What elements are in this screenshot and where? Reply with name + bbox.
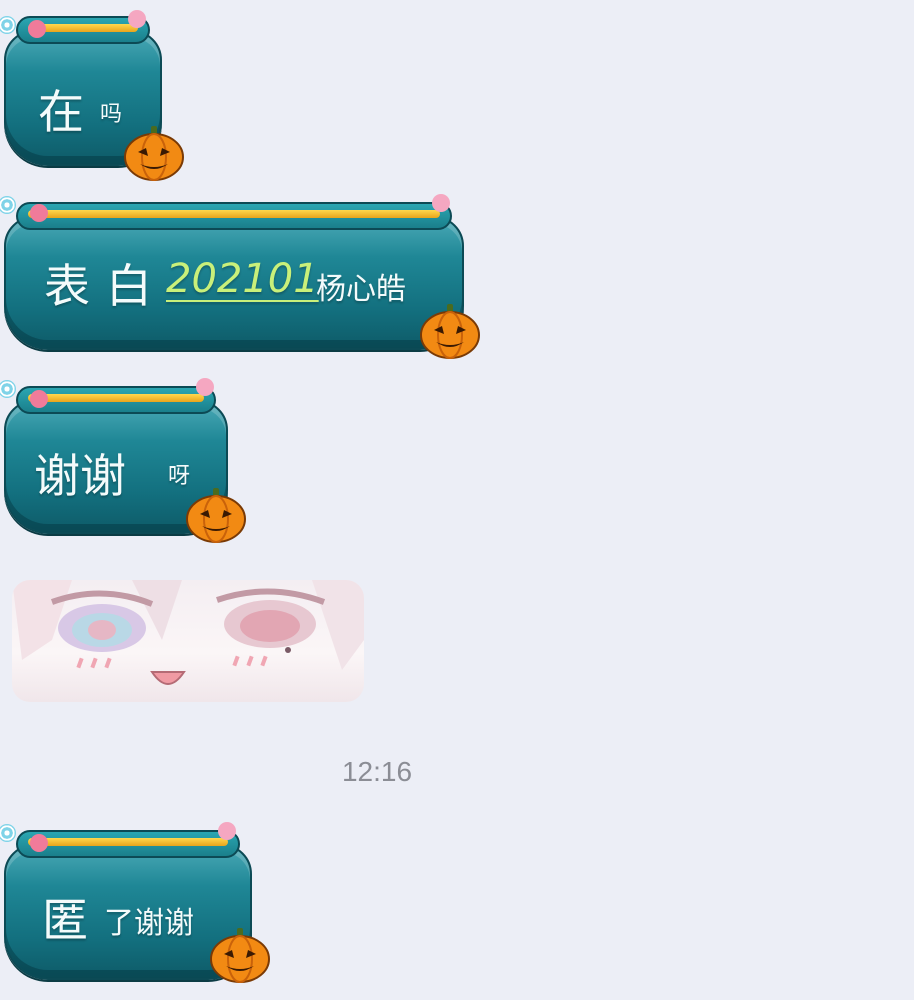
lollipop-icon xyxy=(0,196,16,214)
message-highlight-text: 202101 xyxy=(166,256,319,302)
message-main-text: 谢谢 xyxy=(34,449,126,503)
message-tail-text: 吗 xyxy=(100,102,123,127)
sticker-artwork xyxy=(12,580,364,685)
candy-icon xyxy=(30,390,48,408)
pumpkin-icon xyxy=(124,126,184,181)
candy-icon xyxy=(30,834,48,852)
message-bubble-3[interactable]: 谢谢 呀 xyxy=(0,378,246,543)
timestamp: 12:16 xyxy=(341,756,413,787)
candy-icon xyxy=(196,378,214,396)
pumpkin-icon xyxy=(186,488,246,543)
pumpkin-icon xyxy=(420,304,480,359)
message-bubble-1[interactable]: 在 吗 xyxy=(0,8,184,181)
lollipop-icon xyxy=(0,824,16,842)
candy-icon xyxy=(218,822,236,840)
message-main-text: 匿 xyxy=(42,893,88,947)
candy-icon xyxy=(30,204,48,222)
pumpkin-icon xyxy=(210,928,270,983)
message-main-text: 表白 xyxy=(44,259,168,313)
message-bubble-5[interactable]: 匿 了谢谢 xyxy=(0,822,270,983)
message-main-text: 在 xyxy=(38,85,84,139)
anime-girl-face-sticker[interactable] xyxy=(12,580,364,702)
lollipop-icon xyxy=(0,16,16,34)
message-bubble-2[interactable]: 表白 202101 杨心皓 xyxy=(0,194,480,359)
message-tail-text: 了谢谢 xyxy=(104,906,194,941)
bubble-rim xyxy=(16,202,452,230)
candy-icon xyxy=(28,20,46,38)
candy-icon xyxy=(128,10,146,28)
candy-icon xyxy=(432,194,450,212)
lollipop-icon xyxy=(0,380,16,398)
bubble-rim xyxy=(16,830,240,858)
message-tail-text: 杨心皓 xyxy=(316,272,406,307)
